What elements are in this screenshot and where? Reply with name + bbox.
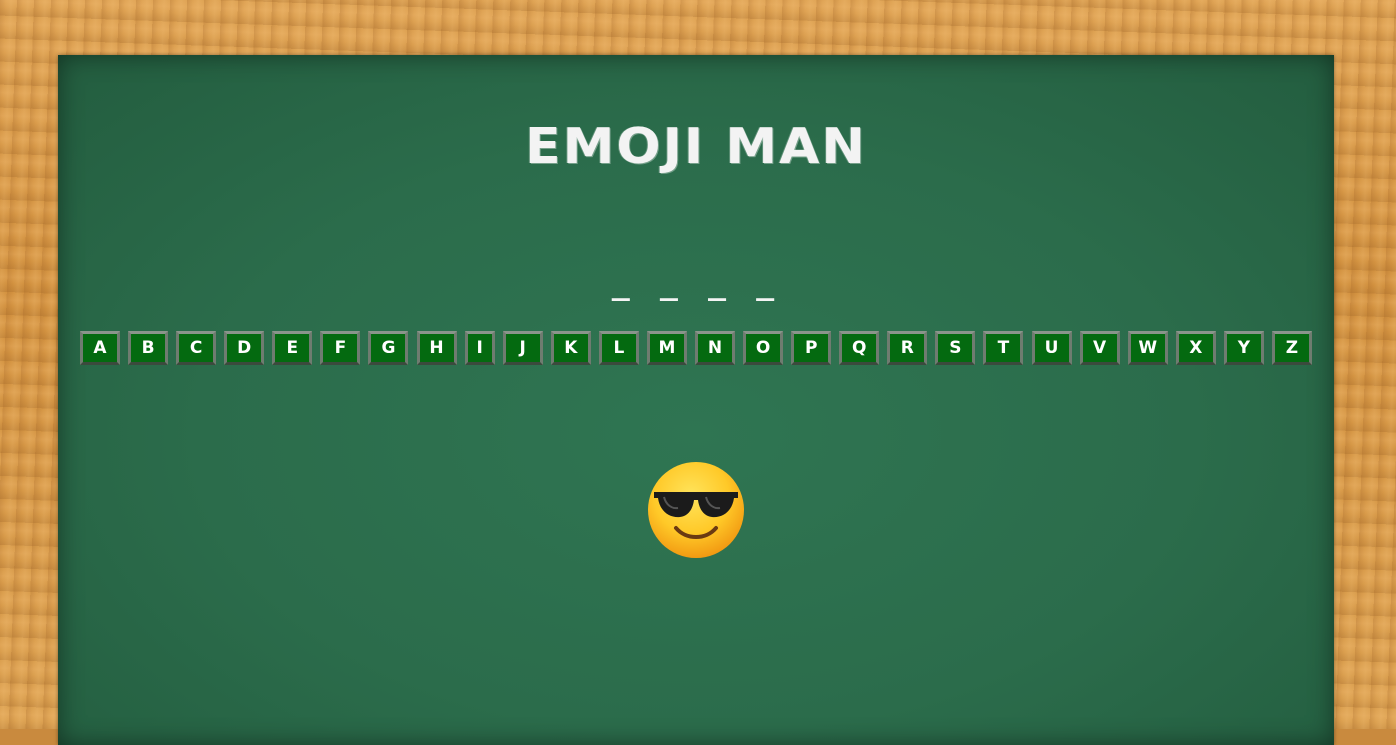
letter-key-u[interactable]: U [1031, 331, 1072, 365]
letter-key-f[interactable]: F [320, 331, 361, 365]
letter-key-c[interactable]: C [176, 331, 217, 365]
letter-key-d[interactable]: D [224, 331, 265, 365]
letter-key-x[interactable]: X [1175, 331, 1216, 365]
letter-key-r[interactable]: R [887, 331, 928, 365]
letter-key-j[interactable]: J [502, 331, 543, 365]
letter-key-z[interactable]: Z [1271, 331, 1312, 365]
letter-key-a[interactable]: A [80, 331, 120, 365]
letter-key-t[interactable]: T [983, 331, 1024, 365]
letter-keyboard: A B C D E F G H I J K L M N O P Q R S T … [80, 331, 1312, 365]
smiling-face-with-sunglasses-icon [648, 462, 744, 558]
letter-key-o[interactable]: O [743, 331, 784, 365]
letter-key-e[interactable]: E [272, 331, 313, 365]
letter-key-g[interactable]: G [368, 331, 409, 365]
letter-key-v[interactable]: V [1079, 331, 1120, 365]
letter-key-s[interactable]: S [935, 331, 976, 365]
letter-key-i[interactable]: I [464, 331, 495, 365]
letter-key-k[interactable]: K [550, 331, 591, 365]
letter-key-y[interactable]: Y [1223, 331, 1264, 365]
letter-key-m[interactable]: M [646, 331, 687, 365]
chalkboard: EMOJI MAN _ _ _ _ A B C D E F G H I J K … [58, 55, 1334, 745]
letter-key-w[interactable]: W [1127, 331, 1168, 365]
letter-key-q[interactable]: Q [839, 331, 880, 365]
letter-key-n[interactable]: N [695, 331, 736, 365]
letter-key-l[interactable]: L [598, 331, 639, 365]
wooden-frame: EMOJI MAN _ _ _ _ A B C D E F G H I J K … [0, 0, 1396, 745]
game-title: EMOJI MAN [525, 118, 867, 176]
letter-key-p[interactable]: P [791, 331, 832, 365]
word-blanks: _ _ _ _ [611, 267, 781, 302]
letter-key-b[interactable]: B [128, 331, 169, 365]
letter-key-h[interactable]: H [416, 331, 457, 365]
